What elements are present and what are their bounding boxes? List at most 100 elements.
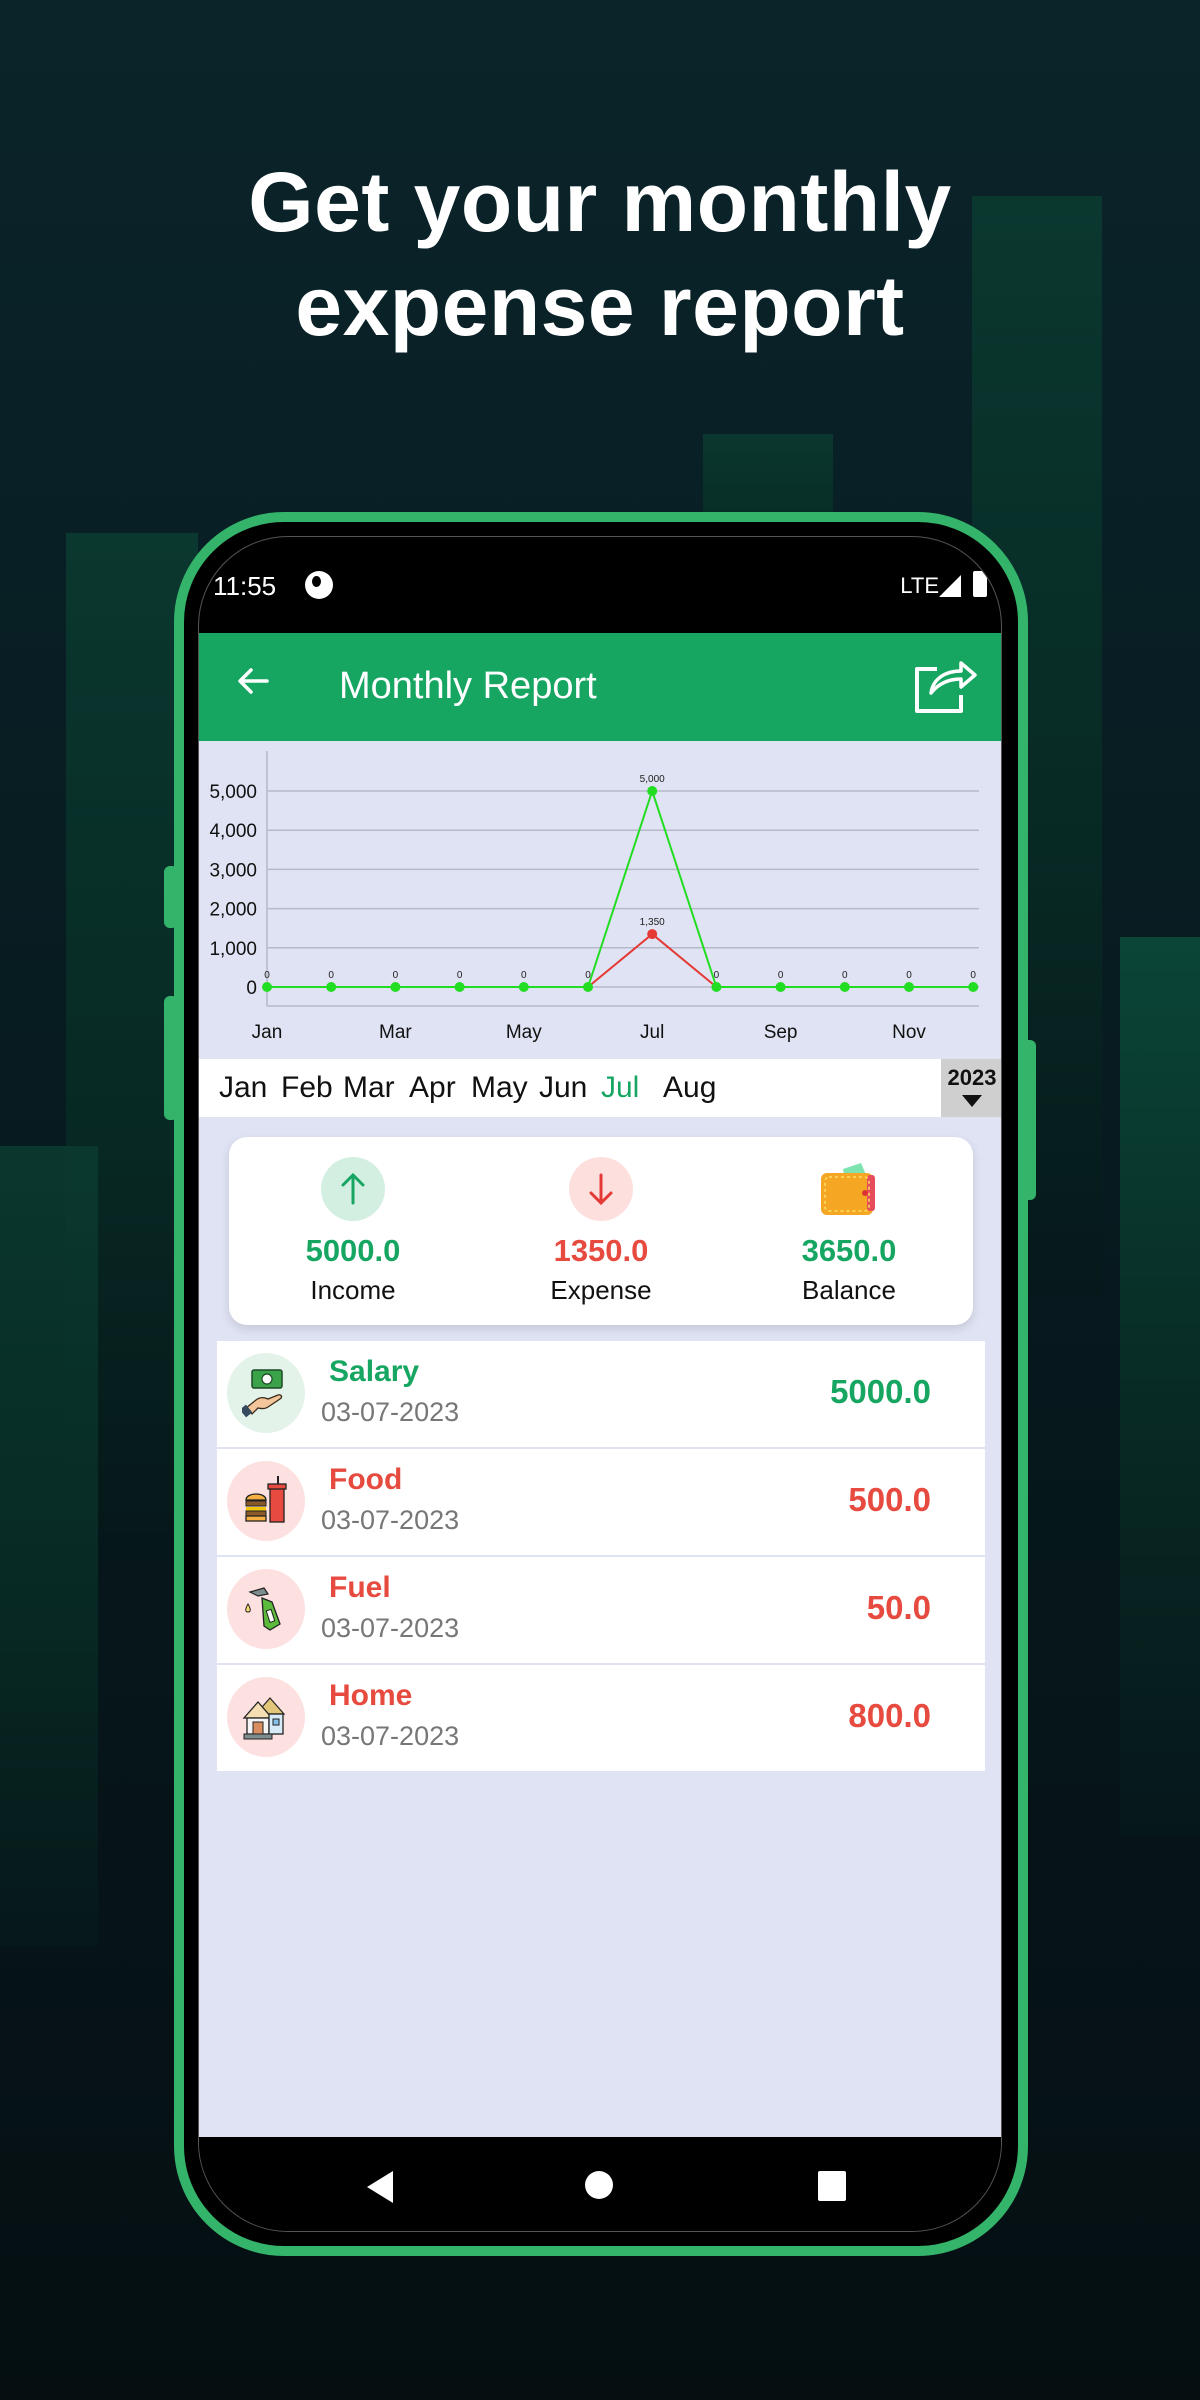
page-title: Monthly Report [339,665,597,707]
series-line-income [267,787,974,988]
data-label: 0 [714,970,720,981]
nav-recents-icon[interactable] [818,2171,846,2201]
month-tab-mar[interactable]: Mar [343,1071,409,1105]
data-label: 1,350 [640,917,665,928]
system-nav-bar [199,2137,1001,2231]
transaction-name: Salary [329,1355,420,1388]
data-label: 0 [393,970,399,981]
data-point-income [583,982,593,992]
x-tick-label: Sep [764,1022,798,1043]
summary-card: 5000.0 Income 1350.0 Expense 3650.0 Bala… [229,1137,973,1325]
data-point-income [711,982,722,992]
signal-icon [939,575,961,597]
phone-screen: 11:55 LTE Monthly Report 0 1,000 2,000 3,00… [198,536,1002,2232]
nav-back-icon[interactable] [367,2171,393,2203]
year-dropdown[interactable]: 2023 [941,1059,1001,1117]
data-label: 5,000 [640,774,665,785]
x-tick-label: May [506,1022,542,1043]
month-tab-feb[interactable]: Feb [281,1071,343,1105]
month-tabs: Jan Feb Mar Apr May Jun Jul Aug [199,1059,1001,1117]
transaction-list: Salary 03-07-2023 5000.0 Food 03-07-2023… [217,1341,985,1773]
data-point-income [518,982,529,992]
data-point-income [775,982,786,992]
month-tab-may[interactable]: May [471,1071,539,1105]
transaction-name: Home [329,1679,413,1712]
balance-value: 3650.0 [801,1233,897,1268]
data-label: 0 [906,970,912,981]
month-tab-apr[interactable]: Apr [409,1071,471,1105]
transaction-name: Food [329,1463,403,1496]
x-tick-label: Mar [379,1022,412,1043]
income-label: Income [310,1275,396,1305]
month-tab-jul[interactable]: Jul [601,1071,663,1105]
monthly-chart: 0 1,000 2,000 3,000 4,000 5,000 Jan Mar May Jul Se… [199,741,1001,1051]
background-bar [0,1146,98,1946]
y-tick-label: 1,000 [209,939,257,960]
data-point-income [904,982,914,992]
data-point-income [262,982,272,992]
arrow-down-icon [569,1157,633,1221]
data-point-income [839,982,850,992]
battery-icon [973,571,987,597]
headline-line-1: Get your monthly [248,155,952,249]
transaction-amount: 50.0 [866,1589,931,1626]
fuel-icon [227,1569,305,1649]
expense-summary: 1350.0 Expense [477,1137,725,1325]
data-point-expense [647,929,658,940]
data-label: 0 [457,970,463,981]
home-icon [227,1677,305,1757]
back-button[interactable] [233,659,273,711]
transaction-date: 03-07-2023 [321,1721,460,1751]
data-label: 0 [521,970,527,981]
y-tick-label: 4,000 [209,821,257,842]
background-bar [1120,937,1200,1837]
month-tab-jan[interactable]: Jan [219,1071,281,1105]
transaction-date: 03-07-2023 [321,1613,460,1643]
share-icon [915,661,977,713]
wallet-icon [817,1157,881,1221]
notification-icon [305,571,333,599]
data-point-income [326,982,337,992]
month-selector: Jan Feb Mar Apr May Jun Jul Aug 2023 [199,1059,1001,1117]
x-tick-label: Jan [252,1022,283,1043]
nav-home-icon[interactable] [585,2171,613,2199]
transaction-date: 03-07-2023 [321,1505,460,1535]
transaction-name: Fuel [329,1571,391,1604]
month-tab-jun[interactable]: Jun [539,1071,601,1105]
transaction-row[interactable]: Food 03-07-2023 500.0 [217,1449,985,1555]
balance-label: Balance [802,1275,896,1305]
transaction-row[interactable]: Salary 03-07-2023 5000.0 [217,1341,985,1447]
data-label: 0 [842,970,848,981]
headline-line-2: expense report [295,259,905,353]
expense-label: Expense [550,1275,652,1305]
transaction-amount: 800.0 [848,1697,931,1734]
data-point-income [968,982,979,992]
data-label: 0 [970,970,976,981]
transaction-row[interactable]: Fuel 03-07-2023 50.0 [217,1557,985,1663]
arrow-up-icon [321,1157,385,1221]
share-button[interactable] [913,653,979,717]
data-label: 0 [778,970,784,981]
promo-headline: Get your monthly expense report [0,150,1200,358]
network-type: LTE [900,573,939,598]
year-value: 2023 [947,1065,997,1090]
y-tick-label: 5,000 [209,782,257,803]
transaction-amount: 500.0 [848,1481,931,1518]
data-label: 0 [585,970,591,981]
food-icon [227,1461,305,1541]
content-area: 0 1,000 2,000 3,000 4,000 5,000 Jan Mar May Jul Se… [199,741,1001,2137]
status-bar: 11:55 LTE [199,537,1001,633]
y-tick-label: 2,000 [209,900,257,921]
data-point-income [647,786,658,796]
transaction-row[interactable]: Home 03-07-2023 800.0 [217,1665,985,1771]
transaction-amount: 5000.0 [830,1373,931,1410]
y-tick-label: 0 [246,978,257,999]
month-tab-aug[interactable]: Aug [663,1071,723,1105]
expense-value: 1350.0 [553,1233,649,1268]
salary-icon [227,1353,305,1433]
app-bar: Monthly Report [199,633,1001,741]
income-value: 5000.0 [305,1233,401,1268]
line-chart: 0 1,000 2,000 3,000 4,000 5,000 Jan Mar May Jul Se… [209,751,979,1043]
x-tick-label: Nov [892,1022,926,1043]
chevron-down-icon [962,1095,982,1107]
